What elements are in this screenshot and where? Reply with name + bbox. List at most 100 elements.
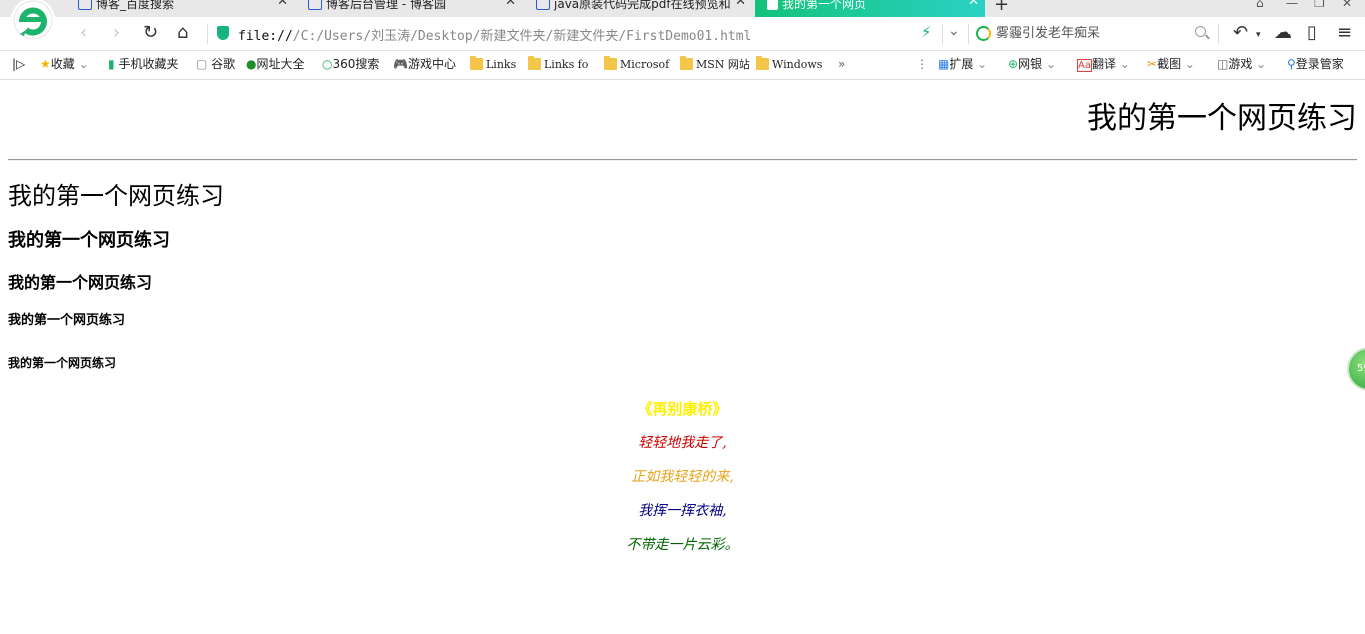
- divider: [942, 24, 943, 44]
- extensions-icon: ▦: [938, 57, 950, 71]
- phone-icon: ▮: [108, 57, 115, 71]
- heading-h1: 我的第一个网页练习: [1087, 101, 1357, 136]
- poem-line-1: 轻轻地我走了,: [638, 435, 727, 451]
- browser-logo-icon[interactable]: [6, 0, 60, 44]
- mobile-icon[interactable]: ▯: [1307, 23, 1317, 43]
- folder-icon: [528, 56, 541, 70]
- bookmark-label: 手机收藏夹: [118, 57, 179, 71]
- tool-label: 截图: [1157, 57, 1182, 71]
- bookmark-label: Microsof: [620, 58, 670, 71]
- tab-label: 我的第一个网页: [782, 0, 867, 11]
- tool-extensions[interactable]: ▦扩展 ⌄: [938, 57, 987, 72]
- tab-first-webpage[interactable]: 我的第一个网页 ✕: [755, 0, 985, 17]
- divider: [207, 24, 208, 44]
- bookmark-folder-msn[interactable]: MSN 网站: [680, 56, 750, 72]
- bookmark-label: 谷歌: [211, 57, 236, 71]
- menu-icon[interactable]: ≡: [1337, 23, 1352, 43]
- close-icon[interactable]: ✕: [277, 0, 288, 8]
- new-tab-button[interactable]: +: [994, 0, 1009, 15]
- tab-label: java原装代码完成pdf在线预览和: [554, 0, 731, 11]
- more-bookmarks-chevron-icon[interactable]: »: [838, 57, 845, 72]
- tab-java-pdf[interactable]: java原装代码完成pdf在线预览和 ✕: [530, 0, 752, 17]
- page-content: 我的第一个网页练习 我的第一个网页练习 我的第一个网页练习 我的第一个网页练习 …: [0, 80, 1365, 634]
- game-controller-icon: ◫: [1217, 57, 1229, 71]
- tool-label: 翻译: [1091, 57, 1116, 71]
- bookmark-folder-links-fo[interactable]: Links fo: [528, 56, 589, 72]
- bookmark-label: Windows: [772, 58, 823, 71]
- tab-bar: 博客_百度搜索 ✕ 博客后台管理 - 博客园 ✕ java原装代码完成pdf在线…: [0, 0, 1365, 17]
- bookmark-label: 收藏: [50, 57, 75, 71]
- close-icon[interactable]: ✕: [968, 0, 979, 8]
- page-favicon-icon: [536, 0, 550, 10]
- chevron-down-icon[interactable]: ▾: [1256, 25, 1261, 45]
- baidu-favicon-icon: [78, 0, 92, 10]
- close-icon[interactable]: ✕: [505, 0, 516, 8]
- tool-label: 登录管家: [1295, 57, 1344, 71]
- url-path: /C:/Users/刘玉涛/Desktop/新建文件夹/新建文件夹/FirstD…: [292, 29, 752, 44]
- bookmarks-bar: |▷ ★收藏 ⌄ ▮ 手机收藏夹 ▢ 谷歌 ●网址大全 ○360搜索 🎮游戏中心…: [0, 51, 1365, 80]
- page-icon: ▢: [196, 57, 208, 71]
- tool-login-manager[interactable]: ⚲登录管家: [1287, 57, 1344, 72]
- maximize-icon[interactable]: ❐: [1314, 0, 1325, 10]
- scissors-icon: ✂: [1147, 57, 1158, 71]
- home-icon[interactable]: ⌂: [177, 23, 188, 43]
- star-icon: ★: [40, 57, 51, 71]
- forward-icon[interactable]: ›: [113, 23, 120, 43]
- window-close-icon[interactable]: ✕: [1342, 0, 1352, 10]
- more-options-icon[interactable]: ⋮: [916, 57, 928, 72]
- tool-bank[interactable]: ⊕网银 ⌄: [1008, 57, 1056, 72]
- poem-line-3: 我挥一挥衣袖,: [638, 503, 727, 519]
- tool-screenshot[interactable]: ✂截图 ⌄: [1147, 57, 1195, 72]
- bookmark-label: Links fo: [544, 58, 589, 71]
- bookmark-hao360[interactable]: ●网址大全: [246, 57, 305, 72]
- poem-line-2: 正如我轻轻的来,: [631, 469, 734, 485]
- tool-label: 扩展: [949, 57, 974, 71]
- heading-h3: 我的第一个网页练习: [8, 230, 170, 251]
- back-icon[interactable]: ‹: [80, 23, 87, 43]
- search-input[interactable]: [996, 24, 1186, 42]
- address-input[interactable]: file:///C:/Users/刘玉涛/Desktop/新建文件夹/新建文件夹…: [238, 25, 751, 44]
- tool-label: 网银: [1018, 57, 1043, 71]
- search-icon[interactable]: [1195, 26, 1206, 37]
- tab-label: 博客_百度搜索: [96, 0, 175, 11]
- bookmark-favorites[interactable]: ★收藏 ⌄: [40, 57, 89, 72]
- tool-translate[interactable]: Aa翻译 ⌄: [1077, 57, 1130, 73]
- bookmark-folder-microsof[interactable]: Microsof: [604, 56, 670, 72]
- cloud-icon[interactable]: ☁: [1274, 23, 1292, 43]
- minimize-icon[interactable]: —: [1286, 0, 1298, 10]
- bookmark-google[interactable]: ▢ 谷歌: [196, 57, 235, 72]
- heading-h6: 我的第一个网页练习: [8, 356, 117, 370]
- search-engine-icon[interactable]: [976, 26, 991, 41]
- bookmark-folder-windows[interactable]: Windows: [756, 56, 823, 72]
- document-favicon-icon: [767, 0, 778, 10]
- tool-games[interactable]: ◫游戏 ⌄: [1217, 57, 1266, 72]
- undo-icon[interactable]: ↶: [1233, 23, 1248, 43]
- speed-mode-icon[interactable]: ⚡: [921, 23, 932, 41]
- address-bar-row: ‹ › ↻ ⌂ file:///C:/Users/刘玉涛/Desktop/新建文…: [0, 17, 1365, 51]
- bookmark-mobile[interactable]: ▮ 手机收藏夹: [108, 57, 178, 72]
- 360-search-icon: ○: [322, 57, 333, 71]
- bookmark-360search[interactable]: ○360搜索: [322, 57, 379, 72]
- poem-line-4: 不带走一片云彩。: [626, 537, 739, 553]
- bookmark-label: MSN 网站: [696, 58, 750, 71]
- bank-shield-icon: ⊕: [1008, 57, 1019, 71]
- bookmark-games[interactable]: 🎮游戏中心: [393, 57, 456, 72]
- security-shield-icon[interactable]: [217, 26, 229, 40]
- url-scheme: file://: [238, 29, 293, 44]
- chevron-down-icon[interactable]: ⌄: [948, 21, 960, 41]
- tab-baidu-search[interactable]: 博客_百度搜索 ✕: [72, 0, 294, 17]
- skin-icon[interactable]: ⌂: [1256, 0, 1264, 10]
- refresh-icon[interactable]: ↻: [143, 23, 158, 43]
- bookmark-label: 网址大全: [256, 57, 305, 71]
- tab-blog-admin[interactable]: 博客后台管理 - 博客园 ✕: [300, 0, 522, 17]
- divider: [1218, 24, 1219, 44]
- tab-label: 博客后台管理 - 博客园: [326, 0, 446, 11]
- hao360-icon: ●: [246, 57, 257, 71]
- folder-icon: [604, 56, 617, 70]
- key-icon: ⚲: [1287, 57, 1296, 71]
- heading-h5: 我的第一个网页练习: [8, 313, 126, 328]
- close-icon[interactable]: ✕: [735, 0, 746, 8]
- gamepad-icon: 🎮: [393, 57, 408, 71]
- sidebar-toggle-icon[interactable]: |▷: [12, 57, 25, 72]
- bookmark-folder-links[interactable]: Links: [470, 56, 516, 72]
